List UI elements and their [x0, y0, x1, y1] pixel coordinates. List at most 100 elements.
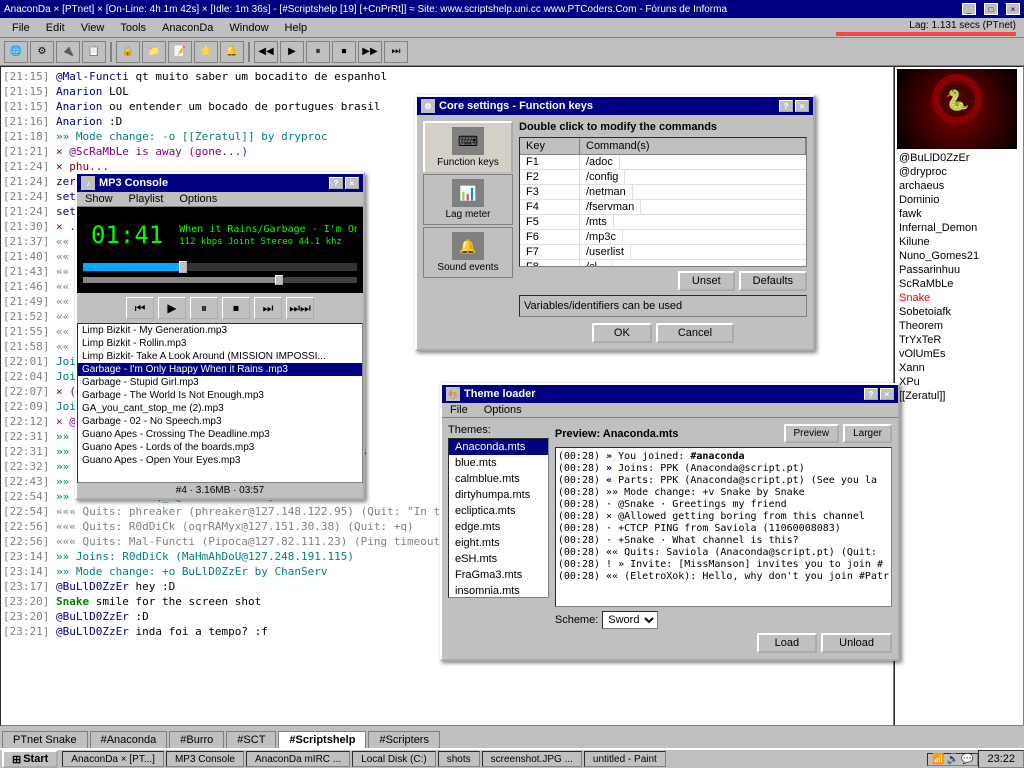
user-item[interactable]: XPu	[895, 375, 1023, 389]
core-settings-close-btn[interactable]: ×	[795, 100, 809, 112]
key-row[interactable]: F4/fservman	[520, 200, 806, 215]
key-row[interactable]: F3/netman	[520, 185, 806, 200]
user-item[interactable]: fawk	[895, 207, 1023, 221]
ok-button[interactable]: OK	[592, 323, 652, 343]
minimize-btn[interactable]: _	[962, 3, 976, 15]
tab-function-keys[interactable]: ⌨ Function keys	[423, 121, 513, 172]
user-item[interactable]: ScRaMbLe	[895, 277, 1023, 291]
theme-item-eight[interactable]: eight.mts	[449, 535, 548, 551]
menu-anaconda[interactable]: AnaconDa	[154, 20, 221, 36]
taskbar-screenshot[interactable]: screenshot.JPG ...	[482, 751, 582, 767]
key-row[interactable]: F1/adoc	[520, 155, 806, 170]
taskbar-mirc[interactable]: AnaconDa mIRC ...	[246, 751, 350, 767]
playlist-item-selected[interactable]: Garbage - I'm Only Happy When it Rains .…	[78, 363, 362, 376]
taskbar-mp3[interactable]: MP3 Console	[166, 751, 244, 767]
unload-button[interactable]: Unload	[821, 633, 892, 653]
toolbar-btn-5[interactable]: 🔒	[116, 41, 140, 63]
user-item[interactable]: @dryproc	[895, 165, 1023, 179]
load-button[interactable]: Load	[757, 633, 817, 653]
mp3-prev-btn[interactable]: ⏮	[126, 297, 154, 319]
key-row[interactable]: F7/userlist	[520, 245, 806, 260]
theme-item-ecliptica[interactable]: ecliptica.mts	[449, 503, 548, 519]
user-item[interactable]: Sobetoiafk	[895, 305, 1023, 319]
user-item[interactable]: vOlUmEs	[895, 347, 1023, 361]
user-item[interactable]: Nuno_Gomes21	[895, 249, 1023, 263]
mp3-close-btn[interactable]: ×	[345, 177, 359, 189]
user-item[interactable]: archaeus	[895, 179, 1023, 193]
theme-item-blue[interactable]: blue.mts	[449, 455, 548, 471]
key-row[interactable]: F8/cl...	[520, 260, 806, 267]
mp3-help-btn[interactable]: ?	[329, 177, 343, 189]
toolbar-btn-1[interactable]: 🌐	[4, 41, 28, 63]
user-item-snake[interactable]: Snake	[895, 291, 1023, 305]
menu-window[interactable]: Window	[221, 20, 276, 36]
toolbar-btn-13[interactable]: ⏹	[332, 41, 356, 63]
theme-item-anaconda[interactable]: Anaconda.mts	[449, 439, 548, 455]
toolbar-btn-14[interactable]: ▶▶	[358, 41, 382, 63]
user-item-theorem[interactable]: Theorem	[895, 319, 1023, 333]
theme-menu-file[interactable]: File	[442, 403, 476, 417]
tab-sound-events[interactable]: 🔔 Sound events	[423, 227, 513, 278]
menu-file[interactable]: File	[4, 20, 38, 36]
toolbar-btn-8[interactable]: ⭐	[194, 41, 218, 63]
tab-sct[interactable]: #SCT	[226, 731, 276, 748]
menu-tools[interactable]: Tools	[112, 20, 154, 36]
tab-burro[interactable]: #Burro	[169, 731, 224, 748]
mp3-next-btn[interactable]: ⏭	[254, 297, 282, 319]
user-item[interactable]: Dominio	[895, 193, 1023, 207]
scheme-select[interactable]: Sword	[602, 611, 658, 629]
tab-lag-meter[interactable]: 📊 Lag meter	[423, 174, 513, 225]
user-item[interactable]: TrYxTeR	[895, 333, 1023, 347]
core-settings-help-btn[interactable]: ?	[779, 100, 793, 112]
key-row[interactable]: F5/mts	[520, 215, 806, 230]
cancel-button[interactable]: Cancel	[656, 323, 734, 343]
playlist-item[interactable]: Guano Apes - Lords of the boards.mp3	[78, 441, 362, 454]
mp3-end-btn[interactable]: ⏭⏭	[286, 297, 314, 319]
larger-button[interactable]: Larger	[843, 424, 892, 443]
theme-help-btn[interactable]: ?	[864, 388, 878, 400]
toolbar-btn-9[interactable]: 🔔	[220, 41, 244, 63]
taskbar-shots[interactable]: shots	[438, 751, 480, 767]
user-item[interactable]: [[Zeratul]]	[895, 389, 1023, 403]
theme-item-insomnia[interactable]: insomnia.mts	[449, 583, 548, 598]
mp3-stop-btn[interactable]: ⏹	[222, 297, 250, 319]
toolbar-btn-7[interactable]: 📝	[168, 41, 192, 63]
toolbar-btn-10[interactable]: ◀◀	[254, 41, 278, 63]
playlist-item[interactable]: Garbage - The World Is Not Enough.mp3	[78, 389, 362, 402]
playlist-item[interactable]: Guano Apes - Open Your Eyes.mp3	[78, 454, 362, 467]
playlist-item[interactable]: Limp Bizkit - Rollin.mp3	[78, 337, 362, 350]
maximize-btn[interactable]: □	[984, 3, 998, 15]
tab-scripters[interactable]: #Scripters	[368, 731, 440, 748]
tab-ptnet-snake[interactable]: PTnet Snake	[2, 731, 88, 748]
playlist-item[interactable]: Guano Apes - Crossing The Deadline.mp3	[78, 428, 362, 441]
toolbar-btn-2[interactable]: ⚙	[30, 41, 54, 63]
theme-menu-options[interactable]: Options	[476, 403, 530, 417]
mp3-progress-thumb[interactable]	[179, 261, 187, 273]
theme-close-btn[interactable]: ×	[880, 388, 894, 400]
playlist-item[interactable]: Garbage - Stupid Girl.mp3	[78, 376, 362, 389]
start-button[interactable]: ⊞ Start	[2, 750, 58, 768]
user-item[interactable]: @BuLlD0ZzEr	[895, 151, 1023, 165]
mp3-menu-show[interactable]: Show	[77, 192, 121, 206]
mp3-progress-bar[interactable]	[83, 263, 357, 271]
theme-item-dirtyhumpa[interactable]: dirtyhumpa.mts	[449, 487, 548, 503]
user-item[interactable]: Passarinhuu	[895, 263, 1023, 277]
mp3-volume-thumb[interactable]	[275, 275, 283, 285]
defaults-button[interactable]: Defaults	[739, 271, 807, 291]
tab-scriptshelp[interactable]: #Scriptshelp	[278, 731, 366, 748]
unset-button[interactable]: Unset	[678, 271, 735, 291]
key-row[interactable]: F6/mp3c	[520, 230, 806, 245]
mp3-menu-playlist[interactable]: Playlist	[121, 192, 172, 206]
taskbar-paint[interactable]: untitled - Paint	[584, 751, 666, 767]
toolbar-btn-15[interactable]: ⏭	[384, 41, 408, 63]
mp3-play-btn[interactable]: ▶	[158, 297, 186, 319]
menu-help[interactable]: Help	[277, 20, 316, 36]
toolbar-btn-4[interactable]: 📋	[82, 41, 106, 63]
menu-view[interactable]: View	[73, 20, 113, 36]
playlist-item[interactable]: GA_you_cant_stop_me (2).mp3	[78, 402, 362, 415]
theme-item-fragma3[interactable]: FraGma3.mts	[449, 567, 548, 583]
mp3-menu-options[interactable]: Options	[171, 192, 225, 206]
menu-edit[interactable]: Edit	[38, 20, 73, 36]
toolbar-btn-6[interactable]: 📁	[142, 41, 166, 63]
playlist-item[interactable]: Limp Bizkit - My Generation.mp3	[78, 324, 362, 337]
